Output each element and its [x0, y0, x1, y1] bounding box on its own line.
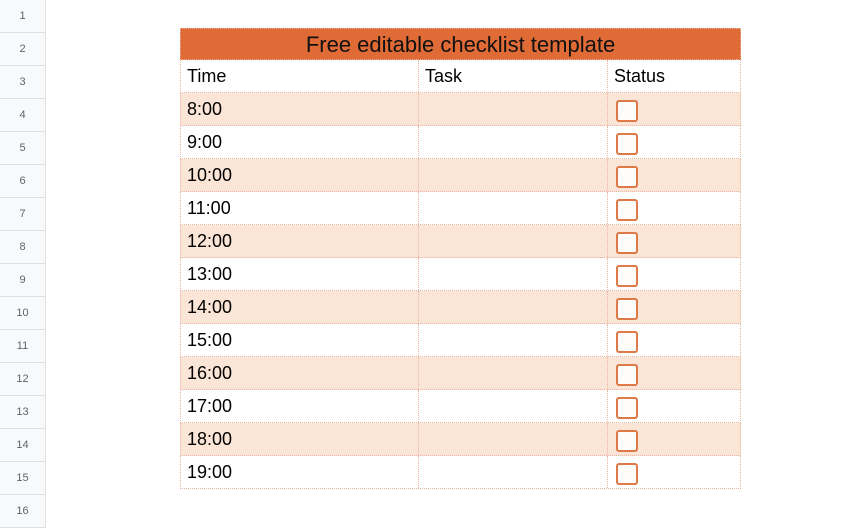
cell-time[interactable]: 17:00	[181, 390, 419, 422]
cell-time[interactable]: 14:00	[181, 291, 419, 323]
status-checkbox[interactable]	[616, 298, 638, 320]
col-header-time[interactable]: Time	[181, 60, 419, 92]
cell-status	[608, 93, 740, 125]
row-header[interactable]: 14	[0, 429, 46, 462]
cell-task[interactable]	[419, 225, 608, 257]
cell-time[interactable]: 10:00	[181, 159, 419, 191]
row-header[interactable]: 9	[0, 264, 46, 297]
cell-task[interactable]	[419, 126, 608, 158]
table-row: 9:00	[180, 126, 741, 159]
table-row: 18:00	[180, 423, 741, 456]
cell-time[interactable]: 12:00	[181, 225, 419, 257]
cell-status	[608, 291, 740, 323]
cell-time[interactable]: 19:00	[181, 456, 419, 488]
row-header[interactable]: 7	[0, 198, 46, 231]
cell-time[interactable]: 18:00	[181, 423, 419, 455]
cell-task[interactable]	[419, 192, 608, 224]
row-header[interactable]: 10	[0, 297, 46, 330]
row-header[interactable]: 16	[0, 495, 46, 528]
cell-task[interactable]	[419, 159, 608, 191]
row-header[interactable]: 15	[0, 462, 46, 495]
col-header-task[interactable]: Task	[419, 60, 608, 92]
status-checkbox[interactable]	[616, 430, 638, 452]
row-header[interactable]: 8	[0, 231, 46, 264]
cell-status	[608, 390, 740, 422]
table-row: 15:00	[180, 324, 741, 357]
table-row: 8:00	[180, 93, 741, 126]
cell-status	[608, 324, 740, 356]
row-header[interactable]: 2	[0, 33, 46, 66]
cell-task[interactable]	[419, 423, 608, 455]
cell-task[interactable]	[419, 93, 608, 125]
row-header[interactable]: 12	[0, 363, 46, 396]
table-row: 11:00	[180, 192, 741, 225]
cell-task[interactable]	[419, 291, 608, 323]
cell-task[interactable]	[419, 258, 608, 290]
table-row: 12:00	[180, 225, 741, 258]
cell-status	[608, 423, 740, 455]
cell-task[interactable]	[419, 324, 608, 356]
cell-time[interactable]: 8:00	[181, 93, 419, 125]
cell-time[interactable]: 11:00	[181, 192, 419, 224]
cell-time[interactable]: 13:00	[181, 258, 419, 290]
status-checkbox[interactable]	[616, 133, 638, 155]
status-checkbox[interactable]	[616, 463, 638, 485]
cell-status	[608, 126, 740, 158]
table-row: 10:00	[180, 159, 741, 192]
status-checkbox[interactable]	[616, 331, 638, 353]
row-header[interactable]: 6	[0, 165, 46, 198]
row-header[interactable]: 11	[0, 330, 46, 363]
table-title[interactable]: Free editable checklist template	[180, 28, 741, 60]
status-checkbox[interactable]	[616, 397, 638, 419]
table-row: 16:00	[180, 357, 741, 390]
cell-status	[608, 357, 740, 389]
cell-task[interactable]	[419, 357, 608, 389]
status-checkbox[interactable]	[616, 199, 638, 221]
checklist-table: Free editable checklist template Time Ta…	[180, 28, 741, 489]
table-row: 19:00	[180, 456, 741, 489]
cell-status	[608, 159, 740, 191]
cell-status	[608, 225, 740, 257]
cell-status	[608, 192, 740, 224]
cell-time[interactable]: 16:00	[181, 357, 419, 389]
col-header-status[interactable]: Status	[608, 60, 740, 92]
status-checkbox[interactable]	[616, 364, 638, 386]
table-header-row: Time Task Status	[180, 60, 741, 93]
cell-status	[608, 258, 740, 290]
cell-task[interactable]	[419, 390, 608, 422]
cell-task[interactable]	[419, 456, 608, 488]
status-checkbox[interactable]	[616, 265, 638, 287]
table-row: 17:00	[180, 390, 741, 423]
status-checkbox[interactable]	[616, 100, 638, 122]
row-header[interactable]: 1	[0, 0, 46, 33]
row-header[interactable]: 4	[0, 99, 46, 132]
status-checkbox[interactable]	[616, 166, 638, 188]
row-header-gutter: 1 2 3 4 5 6 7 8 9 10 11 12 13 14 15 16	[0, 0, 46, 528]
cell-time[interactable]: 9:00	[181, 126, 419, 158]
cell-status	[608, 456, 740, 488]
cell-time[interactable]: 15:00	[181, 324, 419, 356]
row-header[interactable]: 13	[0, 396, 46, 429]
table-row: 13:00	[180, 258, 741, 291]
status-checkbox[interactable]	[616, 232, 638, 254]
row-header[interactable]: 3	[0, 66, 46, 99]
table-row: 14:00	[180, 291, 741, 324]
row-header[interactable]: 5	[0, 132, 46, 165]
